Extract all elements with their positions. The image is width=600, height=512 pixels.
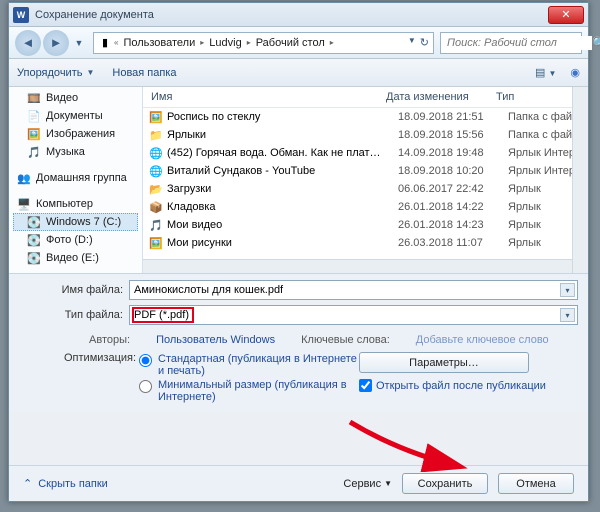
list-item[interactable]: 🌐(452) Горячая вода. Обман. Как не плат…… [143,144,588,162]
organize-button[interactable]: Упорядочить ▼ [17,67,94,79]
filename-input[interactable]: Аминокислоты для кошек.pdf ▾ [129,280,578,300]
tree-music[interactable]: 🎵Музыка [13,143,138,161]
chevron-up-icon: ⌃ [23,477,32,490]
window-title: Сохранение документа [35,9,154,21]
search-box[interactable]: 🔍 [440,32,582,54]
tree-drive-video[interactable]: 💽Видео (E:) [13,249,138,267]
folder-icon: ▮ [98,36,112,50]
authors-label: Авторы: [89,334,130,346]
tree-images[interactable]: 🖼️Изображения [13,125,138,143]
forward-button[interactable]: ► [43,30,69,56]
save-button[interactable]: Сохранить [402,473,488,494]
history-dropdown[interactable]: ▼ [71,30,87,56]
breadcrumb[interactable]: ▮ « Пользователи▸ Ludvig▸ Рабочий стол▸ … [93,32,434,54]
file-icon: 🌐 [149,146,163,160]
filename-label: Имя файла: [39,284,129,296]
list-item[interactable]: 📁Ярлыки18.09.2018 15:56Папка с файлам [143,126,588,144]
hide-folders-toggle[interactable]: ⌃ Скрыть папки [23,477,108,490]
filetype-label: Тип файла: [39,309,129,321]
close-button[interactable]: ✕ [548,6,584,24]
nav-tree[interactable]: 🎞️Видео 📄Документы 🖼️Изображения 🎵Музыка… [9,87,143,273]
list-item[interactable]: 🖼️Роспись по стеклу18.09.2018 21:51Папка… [143,108,588,126]
tree-documents[interactable]: 📄Документы [13,107,138,125]
list-item[interactable]: 📂Загрузки06.06.2017 22:42Ярлык [143,180,588,198]
file-icon: 🌐 [149,164,163,178]
tree-video[interactable]: 🎞️Видео [13,89,138,107]
nav-bar: ◄ ► ▼ ▮ « Пользователи▸ Ludvig▸ Рабочий … [9,27,588,59]
file-icon: 📦 [149,200,163,214]
file-icon: 🖼️ [149,110,163,124]
breadcrumb-seg[interactable]: Пользователи [120,37,198,49]
tree-computer[interactable]: 🖥️Компьютер [13,195,138,213]
hscrollbar[interactable] [143,259,572,273]
titlebar: W Сохранение документа ✕ [9,3,588,27]
vscrollbar[interactable] [572,87,588,273]
opt-standard[interactable]: Стандартная (публикация в Интернете и пе… [139,352,359,378]
keywords-value[interactable]: Добавьте ключевое слово [416,334,549,346]
list-item[interactable]: 🖼️Мои рисунки26.03.2018 11:07Ярлык [143,234,588,252]
toolbar: Упорядочить ▼ Новая папка ▤ ▼ ◉ [9,59,588,87]
cancel-button[interactable]: Отмена [498,473,574,494]
new-folder-button[interactable]: Новая папка [112,67,176,79]
opt-min[interactable]: Минимальный размер (публикация в Интерне… [139,378,359,404]
file-icon: 📂 [149,182,163,196]
footer: ⌃ Скрыть папки Сервис ▼ Сохранить Отмена [9,465,588,501]
tree-drive-photo[interactable]: 💽Фото (D:) [13,231,138,249]
file-list[interactable]: Имя Дата изменения Тип 🖼️Роспись по стек… [143,87,588,273]
filename-dropdown[interactable]: ▾ [560,283,575,297]
col-name[interactable]: Имя [151,91,386,103]
list-item[interactable]: 🌐Виталий Сундаков - YouTube18.09.2018 10… [143,162,588,180]
word-icon: W [13,7,29,23]
save-dialog: W Сохранение документа ✕ ◄ ► ▼ ▮ « Польз… [8,2,589,502]
breadcrumb-seg[interactable]: Ludvig [206,37,244,49]
file-icon: 🖼️ [149,236,163,250]
optimize-label: Оптимизация: [64,352,139,404]
col-type[interactable]: Тип [496,91,566,103]
view-icon[interactable]: ▤ ▼ [535,66,556,79]
file-icon: 🎵 [149,218,163,232]
refresh-icon[interactable]: ↻ [420,36,429,49]
service-menu[interactable]: Сервис ▼ [343,478,392,490]
filetype-dropdown[interactable]: ▾ [560,308,575,322]
search-input[interactable] [445,36,592,50]
search-icon: 🔍 [592,36,600,50]
help-icon[interactable]: ◉ [570,66,580,79]
breadcrumb-seg[interactable]: Рабочий стол [253,37,328,49]
params-button[interactable]: Параметры… [359,352,529,373]
tree-drive-c[interactable]: 💽Windows 7 (C:) [13,213,138,231]
back-button[interactable]: ◄ [15,30,41,56]
open-after-check[interactable]: Открыть файл после публикации [359,373,578,392]
columns-header[interactable]: Имя Дата изменения Тип [143,87,588,108]
authors-value[interactable]: Пользователь Windows [156,334,275,346]
tree-homegroup[interactable]: 👥Домашняя группа [13,169,138,187]
list-item[interactable]: 📦Кладовка26.01.2018 14:22Ярлык [143,198,588,216]
file-icon: 📁 [149,128,163,142]
list-item[interactable]: 🎵Мои видео26.01.2018 14:23Ярлык [143,216,588,234]
col-date[interactable]: Дата изменения [386,91,496,103]
filetype-select[interactable]: PDF (*.pdf) ▾ [129,305,578,325]
keywords-label: Ключевые слова: [301,334,390,346]
